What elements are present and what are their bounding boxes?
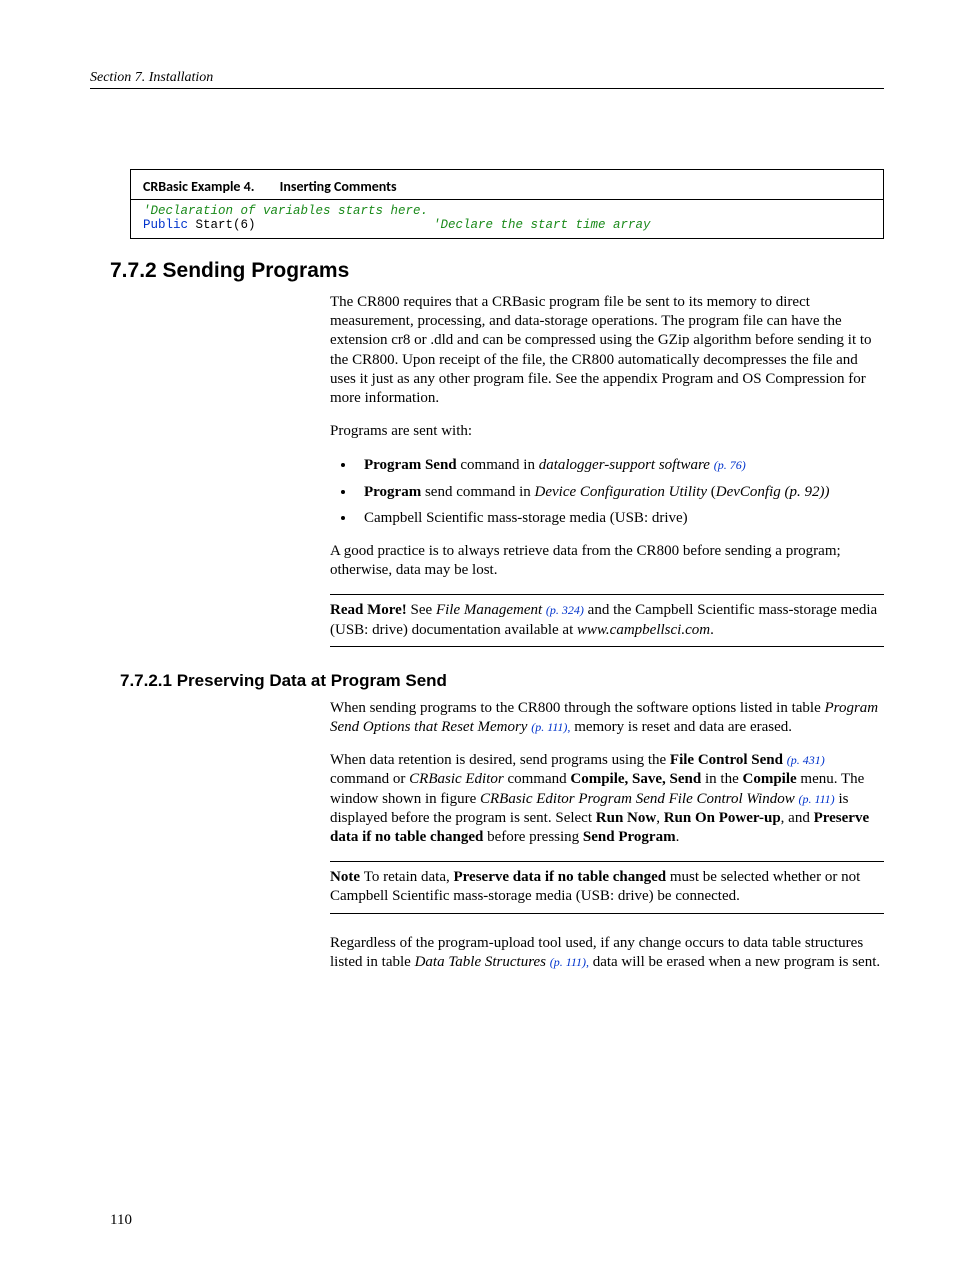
code-line-1: 'Declaration of variables starts here. [143, 204, 871, 218]
paragraph-text: memory is reset and data are erased. [570, 719, 792, 735]
page-ref-link[interactable]: (p. 111), [531, 720, 570, 734]
list-item: Program send command in Device Configura… [356, 482, 884, 502]
paragraph: Regardless of the program-upload tool us… [330, 934, 884, 972]
paragraph-text: in the [701, 771, 742, 787]
code-example-box: CRBasic Example 4. Inserting Comments 'D… [130, 169, 884, 239]
paragraph-text: . [676, 829, 680, 845]
note-text: . [710, 622, 714, 638]
paragraph-italic: Data Table Structures [415, 954, 550, 970]
note-lead: Note [330, 869, 364, 885]
paragraph-text: When data retention is desired, send pro… [330, 752, 670, 768]
list-text: ( [707, 484, 716, 500]
note-box: Note To retain data, Preserve data if no… [330, 861, 884, 913]
code-example-label: CRBasic Example 4. [143, 178, 254, 195]
paragraph: Programs are sent with: [330, 422, 884, 441]
code-comment-2: 'Declare the start time array [433, 218, 651, 232]
list-italic: datalogger-support software [539, 457, 714, 473]
note-lead: Read More! [330, 602, 411, 618]
paragraph: When sending programs to the CR800 throu… [330, 699, 884, 737]
code-text: Start(6) [188, 218, 256, 232]
paragraph-bold: Compile [743, 771, 797, 787]
note-italic: File Management [436, 602, 546, 618]
paragraph: When data retention is desired, send pro… [330, 751, 884, 847]
read-more-note: Read More! See File Management (p. 324) … [330, 594, 884, 646]
list-italic: Device Configuration Utility [535, 484, 707, 500]
note-text: See [411, 602, 436, 618]
paragraph-text: , [656, 810, 664, 826]
code-example-title: CRBasic Example 4. Inserting Comments [131, 170, 883, 199]
paragraph-bold: File Control Send [670, 752, 787, 768]
page-ref-link[interactable]: (p. 111) [798, 792, 834, 806]
code-example-name: Inserting Comments [280, 178, 397, 195]
paragraph-bold: Compile, Save, Send [570, 771, 701, 787]
list-item: Program Send command in datalogger-suppo… [356, 455, 884, 475]
note-bold: Preserve data if no table changed [454, 869, 667, 885]
paragraph-italic: CRBasic Editor [409, 771, 504, 787]
paragraph-text: before pressing [483, 829, 583, 845]
paragraph-bold: Run Now [596, 810, 656, 826]
paragraph-text: , and [781, 810, 814, 826]
list-italic: DevConfig (p. 92)) [716, 484, 830, 500]
page-number: 110 [110, 1212, 884, 1229]
paragraph-text: command or [330, 771, 409, 787]
note-text: To retain data, [364, 869, 454, 885]
paragraph-text: command [504, 771, 571, 787]
list-item: Campbell Scientific mass-storage media (… [356, 508, 884, 528]
note-url: www.campbellsci.com [577, 622, 710, 638]
paragraph-bold: Send Program [583, 829, 676, 845]
list-strong: Program Send [364, 457, 457, 473]
code-keyword: Public [143, 218, 188, 232]
bullet-list: Program Send command in datalogger-suppo… [330, 455, 884, 528]
page-ref-link[interactable]: (p. 431) [787, 753, 825, 767]
code-example-body: 'Declaration of variables starts here. P… [131, 199, 883, 238]
list-text: command in [457, 457, 539, 473]
paragraph-bold: Run On Power-up [664, 810, 781, 826]
paragraph-text: data will be erased when a new program i… [589, 954, 880, 970]
paragraph-italic: CRBasic Editor Program Send File Control… [480, 791, 798, 807]
list-strong: Program [364, 484, 421, 500]
page-ref-link[interactable]: (p. 76) [714, 458, 746, 472]
paragraph-text: When sending programs to the CR800 throu… [330, 700, 825, 716]
page-ref-link[interactable]: (p. 324) [546, 603, 584, 617]
running-header: Section 7. Installation [90, 70, 884, 89]
code-line-2: Public Start(6) 'Declare the start time … [143, 218, 871, 232]
heading-section: 7.7.2 Sending Programs [110, 259, 884, 283]
list-text: send command in [421, 484, 534, 500]
paragraph: A good practice is to always retrieve da… [330, 542, 884, 580]
page-ref-link[interactable]: (p. 111), [550, 955, 589, 969]
heading-subsection: 7.7.2.1 Preserving Data at Program Send [120, 671, 884, 691]
paragraph: The CR800 requires that a CRBasic progra… [330, 293, 884, 408]
